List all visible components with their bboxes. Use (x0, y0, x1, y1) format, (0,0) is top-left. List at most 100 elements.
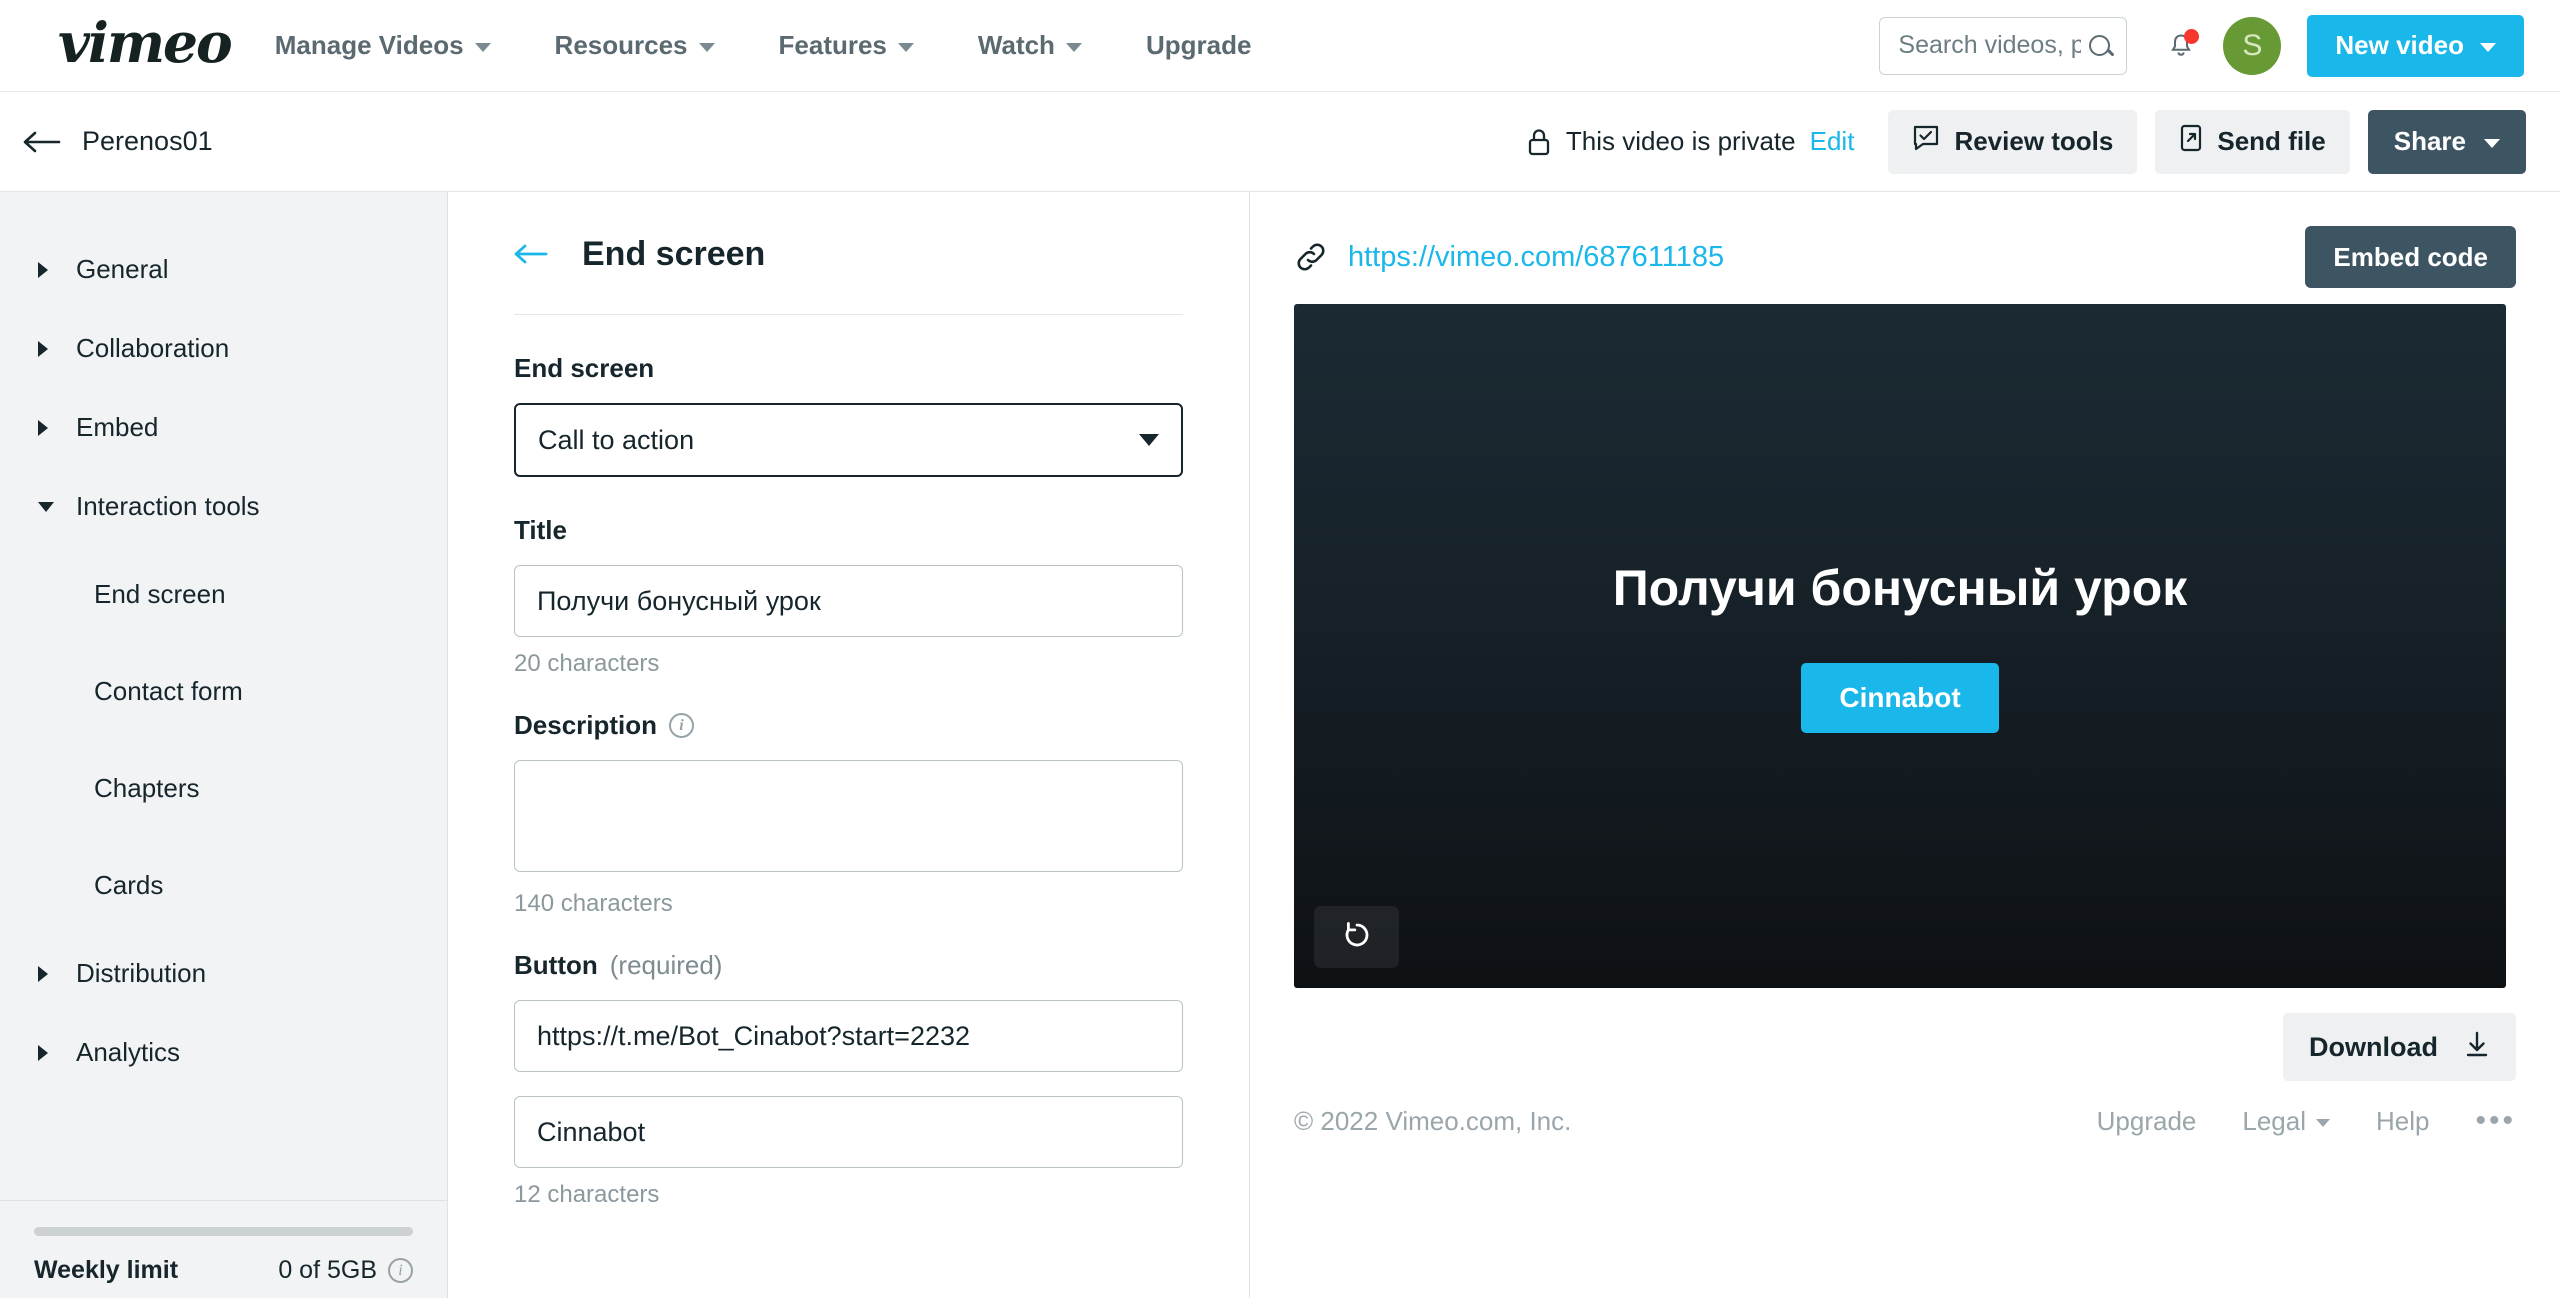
page-body: General Collaboration Embed Interaction … (0, 192, 2560, 1298)
avatar[interactable]: S (2223, 17, 2281, 75)
primary-nav-links: Manage Videos Resources Features Watch U… (275, 30, 1284, 61)
review-tools-button[interactable]: Review tools (1888, 110, 2137, 174)
chevron-down-icon (699, 43, 715, 52)
sidebar-item-collaboration[interactable]: Collaboration (0, 309, 447, 388)
video-url-link[interactable]: https://vimeo.com/687611185 (1348, 241, 1724, 274)
cta-button[interactable]: Cinnabot (1801, 663, 1998, 733)
back-button[interactable] (22, 129, 68, 155)
title-input[interactable] (514, 565, 1183, 637)
send-file-button[interactable]: Send file (2155, 110, 2349, 174)
new-video-button[interactable]: New video (2307, 15, 2524, 77)
notification-badge-dot (2184, 29, 2199, 44)
copyright-text: © 2022 Vimeo.com, Inc. (1294, 1106, 1571, 1137)
nav-link-label: Features (779, 30, 887, 61)
footer-link-label: Legal (2242, 1106, 2306, 1137)
chevron-down-icon (2480, 43, 2496, 52)
nav-link-features[interactable]: Features (747, 30, 946, 61)
nav-link-manage-videos[interactable]: Manage Videos (275, 30, 523, 61)
cta-title: Получи бонусный урок (1613, 559, 2188, 617)
end-screen-cta-overlay: Получи бонусный урок Cinnabot (1294, 304, 2506, 988)
chevron-right-icon (38, 420, 64, 436)
download-button[interactable]: Download (2283, 1013, 2516, 1081)
field-label: Description i (514, 710, 1183, 741)
sidebar-item-cards[interactable]: Cards (0, 837, 447, 934)
description-charcount: 140 characters (514, 890, 1183, 918)
sidebar-item-general[interactable]: General (0, 230, 447, 309)
review-tools-label: Review tools (1954, 126, 2113, 157)
nav-link-upgrade[interactable]: Upgrade (1114, 30, 1283, 61)
sidebar-item-end-screen[interactable]: End screen (0, 546, 447, 643)
info-icon[interactable]: i (388, 1258, 413, 1283)
review-tools-icon (1912, 124, 1940, 159)
download-icon (2464, 1030, 2490, 1065)
vimeo-logo[interactable]: vimeo (58, 15, 231, 70)
chevron-right-icon (38, 966, 64, 982)
settings-sidebar: General Collaboration Embed Interaction … (0, 192, 448, 1298)
footer-link-legal[interactable]: Legal (2242, 1106, 2330, 1137)
footer-link-help[interactable]: Help (2376, 1106, 2429, 1137)
sidebar-item-embed[interactable]: Embed (0, 388, 447, 467)
sidebar-scroll-area[interactable]: General Collaboration Embed Interaction … (0, 192, 447, 1200)
sidebar-item-label: Chapters (94, 773, 200, 804)
send-file-label: Send file (2217, 126, 2325, 157)
weekly-limit-label: Weekly limit (34, 1256, 178, 1285)
chevron-down-icon (1066, 43, 1082, 52)
storage-limit-row: Weekly limit 0 of 5GB i (34, 1256, 413, 1285)
sidebar-item-label: Collaboration (76, 333, 229, 364)
title-charcount: 20 characters (514, 650, 1183, 678)
page-title: Perenos01 (82, 126, 213, 157)
nav-link-label: Manage Videos (275, 30, 464, 61)
replay-button[interactable] (1314, 906, 1399, 968)
legal-links: Upgrade Legal Help ••• (2097, 1104, 2516, 1138)
title-label: Title (514, 515, 567, 546)
share-button[interactable]: Share (2368, 110, 2526, 174)
button-text-input[interactable] (514, 1096, 1183, 1168)
panel-header: End screen (448, 226, 1249, 282)
button-required-text: (required) (610, 950, 723, 981)
chevron-down-icon (2316, 1119, 2330, 1127)
sidebar-item-chapters[interactable]: Chapters (0, 740, 447, 837)
end-screen-label: End screen (514, 353, 654, 384)
end-screen-form-panel: End screen End screen Call to action Tit… (448, 192, 1250, 1298)
chevron-down-icon (1139, 434, 1159, 446)
sidebar-item-contact-form[interactable]: Contact form (0, 643, 447, 740)
end-screen-type-select[interactable]: Call to action (514, 403, 1183, 477)
field-title: Title 20 characters (448, 515, 1249, 678)
sidebar-item-distribution[interactable]: Distribution (0, 934, 447, 1013)
chevron-down-icon (2484, 139, 2500, 148)
edit-privacy-link[interactable]: Edit (1810, 126, 1855, 157)
send-file-icon (2179, 124, 2203, 159)
description-textarea[interactable] (514, 760, 1183, 872)
chevron-down-icon (38, 502, 64, 512)
replay-icon (1340, 918, 1374, 957)
info-icon[interactable]: i (669, 713, 694, 738)
chevron-down-icon (898, 43, 914, 52)
sidebar-item-analytics[interactable]: Analytics (0, 1013, 447, 1092)
sidebar-item-label: General (76, 254, 169, 285)
search-input[interactable] (1898, 31, 2081, 60)
privacy-status: This video is private Edit (1526, 126, 1855, 157)
link-icon (1294, 240, 1328, 274)
storage-progress-bar (34, 1227, 413, 1236)
privacy-text: This video is private (1566, 126, 1796, 157)
search-box[interactable] (1879, 17, 2127, 75)
nav-link-watch[interactable]: Watch (946, 30, 1114, 61)
search-icon[interactable] (2089, 35, 2110, 56)
sidebar-item-label: Embed (76, 412, 158, 443)
preview-footer: Download (1294, 988, 2516, 1088)
panel-title: End screen (582, 235, 765, 274)
video-toolbar: Perenos01 This video is private Edit Rev… (0, 92, 2560, 192)
embed-code-button[interactable]: Embed code (2305, 226, 2516, 288)
video-link-row: https://vimeo.com/687611185 Embed code (1294, 192, 2516, 304)
sidebar-item-interaction-tools[interactable]: Interaction tools (0, 467, 447, 546)
chevron-right-icon (38, 1045, 64, 1061)
video-player[interactable]: Получи бонусный урок Cinnabot (1294, 304, 2506, 988)
notifications-button[interactable] (2169, 33, 2193, 59)
top-navigation-bar: vimeo Manage Videos Resources Features W… (0, 0, 2560, 92)
footer-link-upgrade[interactable]: Upgrade (2097, 1106, 2197, 1137)
panel-back-button[interactable] (514, 242, 558, 266)
more-options-button[interactable]: ••• (2475, 1104, 2516, 1138)
field-label: End screen (514, 353, 1183, 384)
nav-link-resources[interactable]: Resources (523, 30, 747, 61)
button-url-input[interactable] (514, 1000, 1183, 1072)
